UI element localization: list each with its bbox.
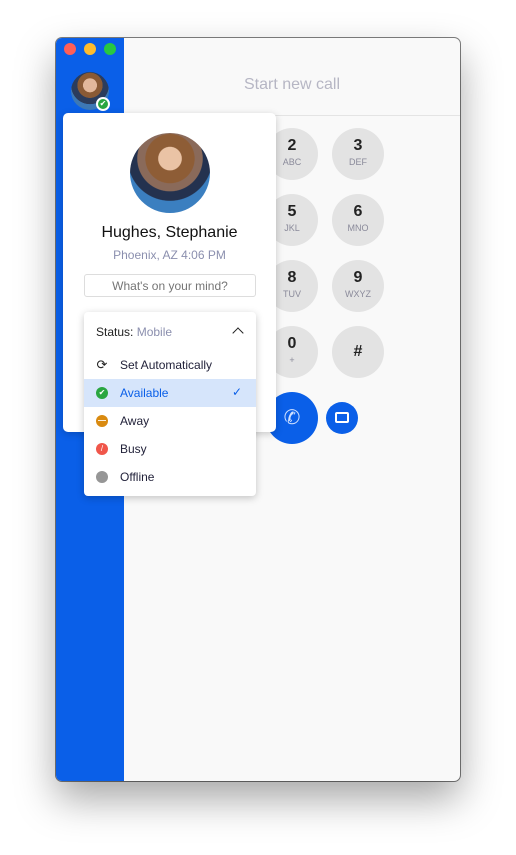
status-item-label: Set Automatically [120,358,213,372]
key-6[interactable]: 6 MNO [332,194,384,246]
status-item-offline[interactable]: Offline [84,463,256,491]
zoom-window-button[interactable] [104,43,116,55]
page-title: Start new call [243,76,341,93]
status-item-available[interactable]: ✔ Available ✓ [84,379,256,407]
available-check-icon: ✔ [96,97,110,111]
key-3[interactable]: 3 DEF [332,128,384,180]
status-item-label: Offline [120,470,155,484]
check-circle-icon: ✔ [96,387,108,399]
key-digit: 6 [353,203,363,220]
status-item-busy[interactable]: / Busy [84,435,256,463]
phone-icon: ✆ [283,407,301,429]
circle-icon [96,471,108,483]
key-9[interactable]: 9 WXYZ [332,260,384,312]
minus-circle-icon: — [96,415,108,427]
key-digit: 9 [353,269,363,286]
minimize-window-button[interactable] [84,43,96,55]
key-hash[interactable]: # [332,326,384,378]
status-item-label: Busy [120,442,147,456]
status-item-label: Away [120,414,150,428]
profile-location-time: Phoenix, AZ 4:06 PM [113,248,226,262]
key-letters: WXYZ [345,289,371,299]
status-item-set-automatically[interactable]: ⟳ Set Automatically [84,351,256,379]
status-message-input[interactable] [84,274,256,297]
key-letters: DEF [349,157,367,167]
status-dropdown-header[interactable]: Status: Mobile [96,325,172,339]
key-digit: 3 [353,137,363,154]
status-dropdown: Status: Mobile ⟳ Set Automatically ✔ Avail… [84,312,256,496]
key-digit: # [353,343,363,360]
status-item-away[interactable]: — Away [84,407,256,435]
status-current: Mobile [136,325,173,339]
profile-name: Hughes, Stephanie [101,224,238,241]
close-window-button[interactable] [64,43,76,55]
refresh-icon: ⟳ [96,357,108,372]
profile-photo [130,133,210,213]
checkmark-icon: ✓ [231,385,242,399]
key-letters: MNO [347,223,369,233]
slash-circle-icon: / [96,443,108,455]
status-label: Status: [96,325,134,339]
cast-button[interactable] [326,402,358,434]
cast-icon [335,412,349,423]
chevron-up-icon[interactable] [232,327,244,339]
status-item-label: Available [120,386,169,400]
